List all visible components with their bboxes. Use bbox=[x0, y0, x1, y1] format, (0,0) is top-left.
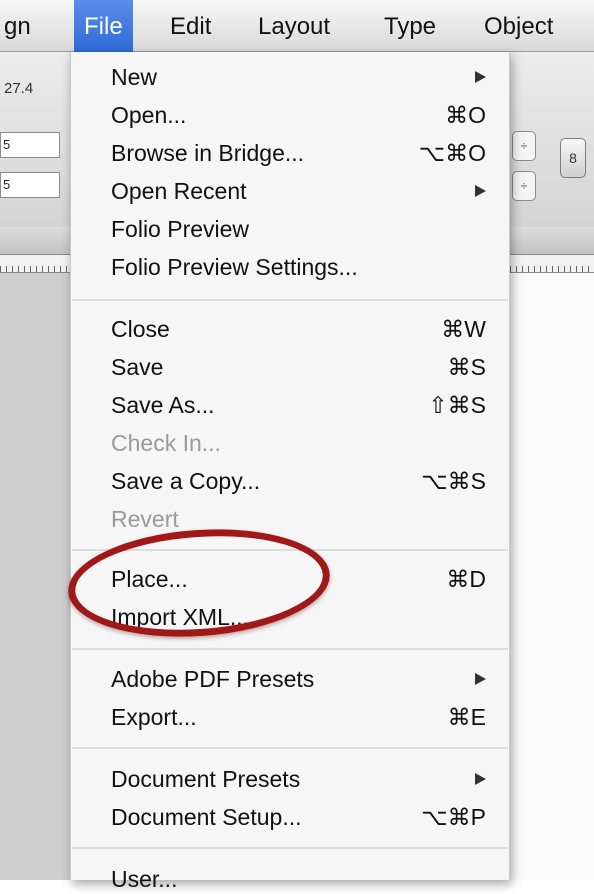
menubar-type[interactable]: Type bbox=[384, 0, 436, 52]
menu-item-label: User... bbox=[111, 866, 178, 892]
spinner-1[interactable]: ÷ bbox=[512, 131, 536, 161]
menu-item-user[interactable]: User... bbox=[111, 864, 486, 894]
menu-item-browse-in-bridge[interactable]: Browse in Bridge... ⌥⌘O bbox=[111, 138, 486, 168]
menu-item-label: Document Presets bbox=[111, 766, 301, 792]
menubar-object[interactable]: Object bbox=[484, 0, 553, 52]
menu-item-check-in: Check In... bbox=[111, 428, 486, 458]
file-menu: New Open... ⌘O Browse in Bridge... ⌥⌘O O… bbox=[70, 52, 510, 892]
menu-item-label: Folio Preview bbox=[111, 216, 250, 242]
menu-item-save[interactable]: Save ⌘S bbox=[111, 352, 486, 382]
menu-item-label: Adobe PDF Presets bbox=[111, 666, 315, 692]
menu-item-label: Save bbox=[111, 354, 164, 380]
menu-item-label: New bbox=[111, 64, 158, 90]
shortcut-label: ⌘W bbox=[441, 316, 486, 342]
menu-item-save-a-copy[interactable]: Save a Copy... ⌥⌘S bbox=[111, 466, 486, 496]
menu-item-open-recent[interactable]: Open Recent bbox=[111, 176, 486, 206]
shortcut-label: ⌘S bbox=[447, 354, 486, 380]
menu-item-export[interactable]: Export... ⌘E bbox=[111, 702, 486, 732]
menu-item-label: Check In... bbox=[111, 430, 221, 456]
submenu-arrow-icon bbox=[475, 773, 486, 785]
shortcut-label: ⌥⌘O bbox=[418, 140, 486, 166]
menubar-layout[interactable]: Layout bbox=[258, 0, 330, 52]
horizontal-ruler-left bbox=[0, 255, 70, 273]
menu-item-label: Export... bbox=[111, 704, 197, 730]
menu-item-save-as[interactable]: Save As... ⇧⌘S bbox=[111, 390, 486, 420]
control-field-1[interactable]: 5 bbox=[0, 132, 60, 158]
document-page bbox=[510, 273, 594, 880]
menu-item-document-presets[interactable]: Document Presets bbox=[111, 764, 486, 794]
shortcut-label: ⌥⌘S bbox=[421, 468, 486, 494]
menu-item-adobe-pdf-presets[interactable]: Adobe PDF Presets bbox=[111, 664, 486, 694]
submenu-arrow-icon bbox=[475, 71, 486, 83]
reference-value: 27.4 bbox=[4, 80, 34, 97]
submenu-arrow-icon bbox=[475, 673, 486, 685]
control-field-2[interactable]: 5 bbox=[0, 172, 60, 198]
shortcut-label: ⌘E bbox=[447, 704, 486, 730]
menu-item-open[interactable]: Open... ⌘O bbox=[111, 100, 486, 130]
horizontal-ruler-right bbox=[510, 255, 594, 273]
menu-separator bbox=[72, 847, 508, 849]
menu-item-label: Save a Copy... bbox=[111, 468, 261, 494]
menu-item-new[interactable]: New bbox=[111, 62, 486, 92]
constrain-proportions-link-icon[interactable]: 8 bbox=[560, 138, 586, 178]
menu-item-label: Open... bbox=[111, 102, 187, 128]
menu-item-label: Open Recent bbox=[111, 178, 247, 204]
menu-item-folio-preview[interactable]: Folio Preview bbox=[111, 214, 486, 244]
pasteboard bbox=[0, 273, 70, 880]
menu-item-folio-preview-settings[interactable]: Folio Preview Settings... bbox=[111, 252, 486, 282]
shortcut-label: ⌥⌘P bbox=[421, 804, 486, 830]
menu-separator bbox=[72, 747, 508, 749]
menubar-app-indesign[interactable]: gn bbox=[4, 0, 31, 52]
shortcut-label: ⌘D bbox=[446, 566, 486, 592]
menubar-file[interactable]: File bbox=[74, 0, 133, 52]
menubar-edit[interactable]: Edit bbox=[170, 0, 211, 52]
menu-item-document-setup[interactable]: Document Setup... ⌥⌘P bbox=[111, 802, 486, 832]
menu-item-label: Close bbox=[111, 316, 170, 342]
menu-item-close[interactable]: Close ⌘W bbox=[111, 314, 486, 344]
menu-item-label: Save As... bbox=[111, 392, 215, 418]
spinner-2[interactable]: ÷ bbox=[512, 171, 536, 201]
menu-item-label: Revert bbox=[111, 506, 179, 532]
menu-item-label: Folio Preview Settings... bbox=[111, 254, 358, 280]
menu-item-label: Browse in Bridge... bbox=[111, 140, 305, 166]
shortcut-label: ⇧⌘S bbox=[428, 392, 486, 418]
menu-bar: gn File Edit Layout Type Object bbox=[0, 0, 594, 52]
menu-separator bbox=[72, 648, 508, 650]
menu-item-label: Document Setup... bbox=[111, 804, 302, 830]
shortcut-label: ⌘O bbox=[445, 102, 486, 128]
menu-separator bbox=[72, 299, 508, 301]
menu-item-revert: Revert bbox=[111, 504, 486, 534]
submenu-arrow-icon bbox=[475, 185, 486, 197]
